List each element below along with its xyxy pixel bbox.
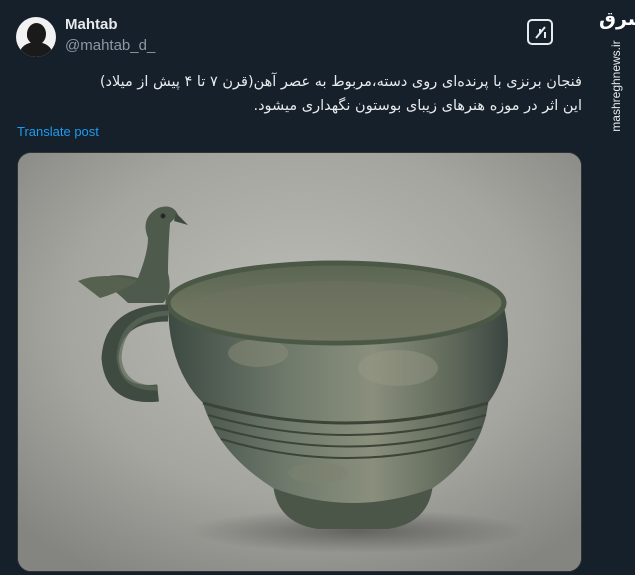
author-name[interactable]: Mahtab (65, 16, 118, 33)
avatar-body-shape (20, 42, 52, 57)
watermark-site-text: mashreghnews.ir (609, 40, 623, 132)
grok-button[interactable] (527, 19, 553, 45)
author-handle[interactable]: @mahtab_d_ (65, 37, 155, 54)
post-image[interactable] (17, 152, 582, 572)
post-text-line: این اثر در موزه هنرهای زیبای بوستون نگهد… (253, 98, 582, 114)
post-text: فنجان برنزی با پرنده‌ای روی دسته،مربوط ب… (16, 70, 582, 118)
watermark-site: mashreghnews.ir (603, 40, 629, 131)
watermark-logo: مشرق (599, 8, 635, 30)
translate-post-link[interactable]: Translate post (17, 124, 99, 139)
bronze-cup-image (18, 153, 581, 571)
grok-icon (535, 26, 546, 39)
watermark: مشرق mashreghnews.ir (597, 0, 635, 575)
avatar[interactable] (16, 17, 56, 57)
tweet: Mahtab @mahtab_d_ فنجان برنزی با پرنده‌ا… (0, 0, 597, 575)
post-text-line: فنجان برنزی با پرنده‌ای روی دسته،مربوط ب… (99, 74, 582, 90)
